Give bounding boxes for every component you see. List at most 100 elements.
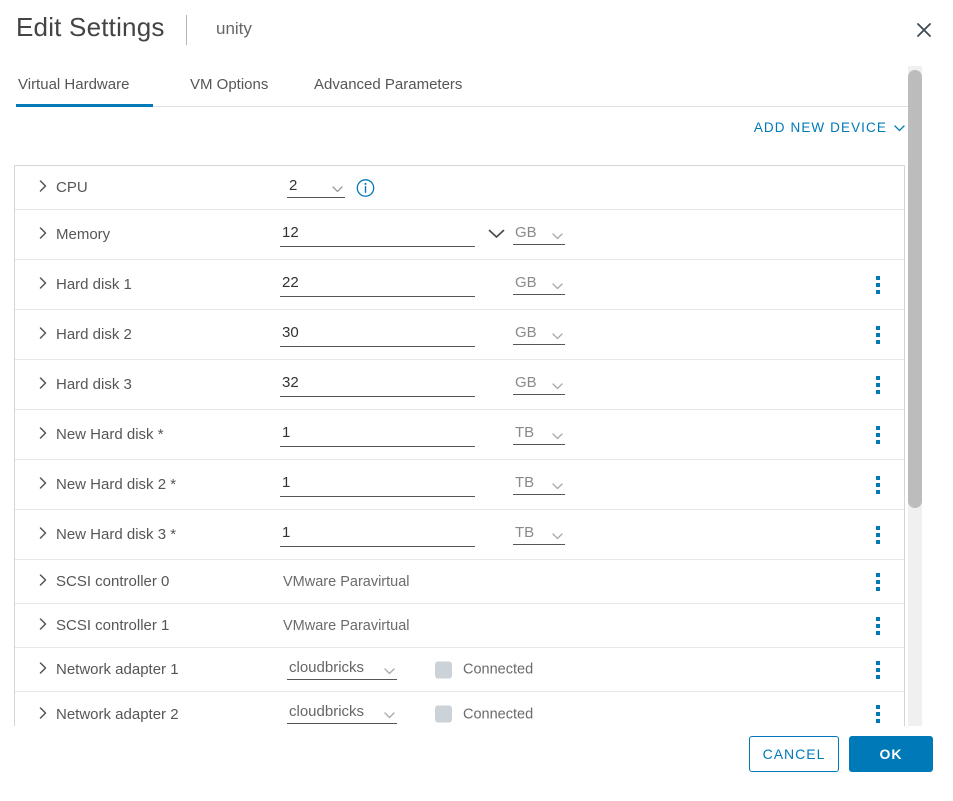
vm-name: unity <box>216 19 252 38</box>
add-new-device-label: ADD NEW DEVICE <box>753 120 887 135</box>
chevron-down-icon <box>552 282 563 289</box>
row-actions-menu[interactable] <box>868 524 888 546</box>
device-row-new-hard-disk-3: New Hard disk 3 * TB <box>15 510 904 560</box>
disk-size-input[interactable] <box>280 522 475 547</box>
device-label: CPU <box>56 179 88 196</box>
device-label: SCSI controller 0 <box>56 573 170 590</box>
connected-label: Connected <box>463 661 534 678</box>
chevron-down-icon <box>384 712 395 719</box>
cpu-count-select[interactable]: 2 <box>287 178 345 198</box>
chevron-right-icon[interactable] <box>39 706 47 723</box>
row-label: New Hard disk * <box>39 410 164 459</box>
row-label: Hard disk 1 <box>39 260 132 309</box>
disk-size-input[interactable] <box>280 472 475 497</box>
chevron-down-icon <box>552 382 563 389</box>
row-actions-menu[interactable] <box>868 703 888 725</box>
connected-checkbox[interactable] <box>435 705 452 723</box>
chevron-down-icon <box>384 667 395 674</box>
network-value: cloudbricks <box>289 658 365 676</box>
disk-size-input[interactable] <box>280 372 475 397</box>
chevron-right-icon[interactable] <box>39 426 47 443</box>
network-select[interactable]: cloudbricks <box>287 660 397 680</box>
chevron-down-icon <box>552 432 563 439</box>
device-label: New Hard disk 3 * <box>56 526 177 543</box>
row-actions-menu[interactable] <box>868 659 888 681</box>
chevron-right-icon[interactable] <box>39 661 47 678</box>
device-row-hard-disk-3: Hard disk 3 GB <box>15 360 904 410</box>
dialog-header: Edit Settings unity <box>0 0 953 60</box>
tab-virtual-hardware[interactable]: Virtual Hardware <box>16 76 131 107</box>
chevron-right-icon[interactable] <box>39 476 47 493</box>
memory-unit-value: GB <box>515 223 537 241</box>
disk-unit-select[interactable]: GB <box>513 275 565 295</box>
chevron-right-icon[interactable] <box>39 526 47 543</box>
device-label: SCSI controller 1 <box>56 617 170 634</box>
memory-size-input[interactable] <box>280 222 475 247</box>
device-row-cpu: CPU 2 <box>15 166 904 210</box>
close-icon[interactable] <box>911 17 937 43</box>
memory-combo-chevron-icon[interactable] <box>488 226 505 244</box>
memory-unit-select[interactable]: GB <box>513 225 565 245</box>
connected-checkbox[interactable] <box>435 661 452 678</box>
device-list: CPU 2 Memory 12 GB Hard disk 1 22 GB Har… <box>14 165 905 726</box>
row-actions-menu[interactable] <box>868 324 888 346</box>
disk-unit-select[interactable]: TB <box>513 525 565 545</box>
disk-size-input[interactable] <box>280 422 475 447</box>
controller-type-value: VMware Paravirtual <box>283 617 410 634</box>
chevron-right-icon[interactable] <box>39 276 47 293</box>
row-actions-menu[interactable] <box>868 615 888 637</box>
network-select[interactable]: cloudbricks <box>287 704 397 724</box>
device-label: Memory <box>56 226 111 243</box>
row-label: Memory <box>39 210 110 259</box>
chevron-right-icon[interactable] <box>39 573 47 590</box>
cpu-info-icon[interactable] <box>356 178 375 197</box>
device-label: Network adapter 1 <box>56 661 179 678</box>
row-label: Network adapter 1 <box>39 648 179 691</box>
row-actions-menu[interactable] <box>868 424 888 446</box>
device-row-new-hard-disk-2: New Hard disk 2 * TB <box>15 460 904 510</box>
disk-unit-value: TB <box>515 473 535 491</box>
row-actions-menu[interactable] <box>868 571 888 593</box>
row-label: Hard disk 3 <box>39 360 132 409</box>
vertical-scrollbar-track[interactable] <box>908 66 922 726</box>
title-separator <box>186 15 187 45</box>
add-new-device-button[interactable]: ADD NEW DEVICE <box>754 120 905 135</box>
device-row-hard-disk-1: Hard disk 1 GB <box>15 260 904 310</box>
chevron-down-icon <box>332 185 343 192</box>
row-actions-menu[interactable] <box>868 374 888 396</box>
vertical-scrollbar-thumb[interactable] <box>908 70 922 508</box>
row-actions-menu[interactable] <box>868 474 888 496</box>
row-label: SCSI controller 0 <box>39 560 169 603</box>
cancel-button[interactable]: CANCEL <box>749 736 839 772</box>
chevron-down-icon <box>552 332 563 339</box>
disk-unit-value: TB <box>515 423 535 441</box>
tab-advanced-parameters[interactable]: Advanced Parameters <box>312 76 464 107</box>
chevron-right-icon[interactable] <box>39 226 47 243</box>
chevron-right-icon[interactable] <box>39 179 47 196</box>
chevron-right-icon[interactable] <box>39 326 47 343</box>
row-label: SCSI controller 1 <box>39 604 169 647</box>
chevron-right-icon[interactable] <box>39 617 47 634</box>
disk-unit-select[interactable]: TB <box>513 475 565 495</box>
disk-size-input[interactable] <box>280 272 475 297</box>
disk-unit-select[interactable]: GB <box>513 375 565 395</box>
connected-label: Connected <box>463 706 534 722</box>
chevron-down-icon <box>894 120 905 135</box>
dialog-footer: CANCEL OK <box>0 726 953 801</box>
chevron-down-icon <box>552 232 563 239</box>
device-label: Network adapter 2 <box>56 705 179 723</box>
device-row-network-adapter-1: Network adapter 1 cloudbricks Connected <box>15 648 904 692</box>
chevron-right-icon[interactable] <box>39 376 47 393</box>
device-label: New Hard disk * <box>56 426 164 443</box>
tab-vm-options[interactable]: VM Options <box>188 76 270 107</box>
device-row-memory: Memory GB <box>15 210 904 260</box>
chevron-down-icon <box>552 532 563 539</box>
row-actions-menu[interactable] <box>868 274 888 296</box>
disk-size-input[interactable] <box>280 322 475 347</box>
ok-button[interactable]: OK <box>849 736 933 772</box>
active-tab-underline <box>16 104 153 107</box>
row-label: Network adapter 2 <box>39 692 179 726</box>
disk-unit-select[interactable]: TB <box>513 425 565 445</box>
device-row-new-hard-disk-1: New Hard disk * TB <box>15 410 904 460</box>
disk-unit-select[interactable]: GB <box>513 325 565 345</box>
